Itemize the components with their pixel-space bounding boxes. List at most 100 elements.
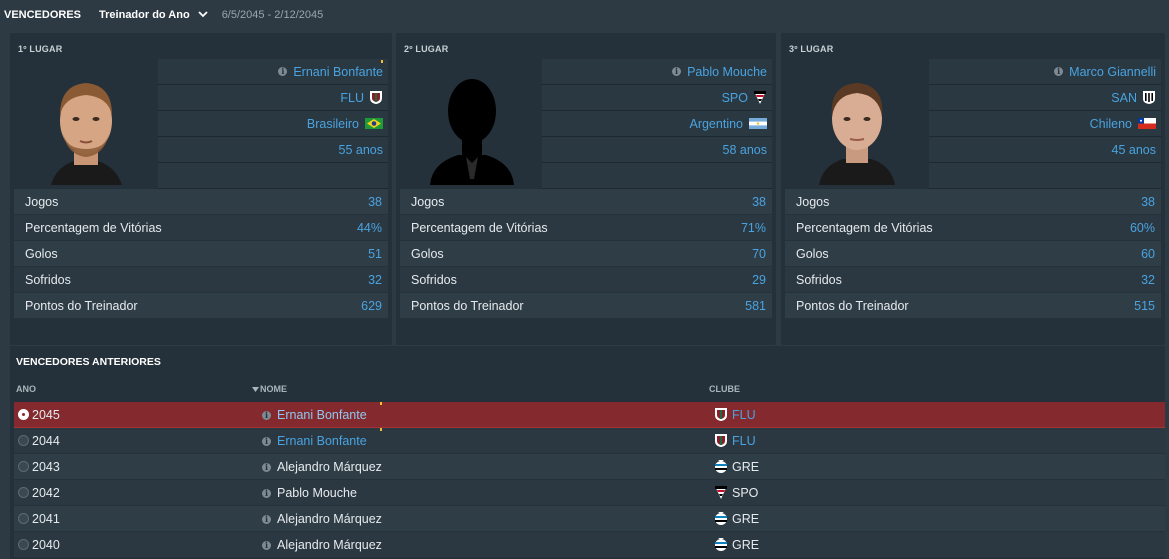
stat-value: 60 [1141, 246, 1155, 261]
coach-age-row: 58 anos [542, 137, 772, 163]
column-header-name[interactable]: NOME [252, 384, 287, 394]
coach-nationality-row[interactable]: Argentino [542, 111, 772, 137]
coach-name[interactable]: Pablo Mouche [687, 65, 767, 79]
coach-info: i Pablo Mouche SPO Argentino 58 anos [542, 59, 772, 189]
row-coach-name[interactable]: Ernani Bonfante [277, 408, 367, 422]
info-icon[interactable]: i [278, 67, 288, 76]
nationality[interactable]: Argentino [689, 117, 743, 131]
coach-name[interactable]: Marco Giannelli [1069, 65, 1156, 79]
stats-table: Jogos 38 Percentagem de Vitórias 44% Golos… [14, 189, 388, 319]
section-title: VENCEDORES ANTERIORES [16, 356, 161, 368]
info-icon[interactable]: i [1054, 67, 1064, 76]
table-row[interactable]: 2042 i Pablo Mouche SPO [14, 480, 1165, 506]
gremio-badge-icon [714, 511, 728, 526]
row-coach[interactable]: i Alejandro Márquez [262, 512, 382, 526]
row-club[interactable]: GRE [714, 537, 759, 552]
stat-label: Sofridos [411, 272, 457, 287]
row-radio[interactable] [18, 539, 29, 550]
table-row[interactable]: 2044 i Ernani Bonfante FLU [14, 428, 1165, 454]
row-radio[interactable] [18, 435, 29, 446]
row-club-name[interactable]: FLU [732, 408, 756, 422]
coach-club-row[interactable]: SPO [542, 85, 772, 111]
coach-club-row[interactable]: SAN [929, 85, 1161, 111]
row-coach-name[interactable]: Ernani Bonfante [277, 434, 367, 448]
stat-label: Pontos do Treinador [25, 298, 138, 313]
row-coach[interactable]: i Alejandro Márquez [262, 538, 382, 552]
stat-row: Jogos 38 [400, 189, 772, 215]
marker-icon [381, 60, 383, 63]
stat-label: Sofridos [796, 272, 842, 287]
coach-portrait [16, 59, 156, 185]
club-name[interactable]: SPO [722, 91, 748, 105]
column-header-club[interactable]: CLUBE [709, 384, 740, 394]
stat-value: 44% [356, 220, 382, 235]
coach-nationality-row[interactable]: Brasileiro [158, 111, 388, 137]
chevron-down-icon[interactable] [198, 10, 208, 21]
stat-row: Pontos do Treinador 515 [785, 293, 1161, 319]
row-club[interactable]: FLU [714, 407, 756, 422]
award-selector[interactable]: Treinador do Ano [99, 9, 190, 21]
row-coach[interactable]: i Ernani Bonfante [262, 434, 367, 448]
row-club[interactable]: SPO [714, 485, 758, 500]
row-club[interactable]: FLU [714, 433, 756, 448]
row-coach-name[interactable]: Alejandro Márquez [277, 512, 382, 526]
row-coach[interactable]: i Pablo Mouche [262, 486, 357, 500]
coach-name[interactable]: Ernani Bonfante [293, 65, 383, 79]
stat-row: Percentagem de Vitórias 44% [14, 215, 388, 241]
row-radio[interactable] [18, 487, 29, 498]
coach-age-row: 55 anos [158, 137, 388, 163]
marker-icon [380, 402, 382, 405]
row-club-name[interactable]: FLU [732, 434, 756, 448]
row-coach-name[interactable]: Alejandro Márquez [277, 460, 382, 474]
row-club-name[interactable]: SPO [732, 486, 758, 500]
row-radio[interactable] [18, 409, 29, 420]
stat-value: 29 [752, 272, 766, 287]
row-club-name[interactable]: GRE [732, 512, 759, 526]
row-coach[interactable]: i Alejandro Márquez [262, 460, 382, 474]
info-icon[interactable]: i [262, 488, 271, 498]
nationality[interactable]: Brasileiro [307, 117, 359, 131]
santos-badge-icon [1142, 90, 1156, 105]
table-row[interactable]: 2043 i Alejandro Márquez GRE [14, 454, 1165, 480]
stat-row: Jogos 38 [14, 189, 388, 215]
row-year: 2044 [32, 434, 60, 448]
row-radio[interactable] [18, 513, 29, 524]
stat-label: Jogos [796, 194, 830, 209]
stat-label: Pontos do Treinador [796, 298, 909, 313]
row-radio[interactable] [18, 461, 29, 472]
stat-value: 38 [1141, 194, 1155, 209]
nationality[interactable]: Chileno [1090, 117, 1132, 131]
row-club-name[interactable]: GRE [732, 460, 759, 474]
table-row[interactable]: 2040 i Alejandro Márquez GRE [14, 532, 1165, 558]
info-icon[interactable]: i [672, 67, 682, 76]
info-icon[interactable]: i [262, 514, 271, 524]
table-row[interactable]: 2041 i Alejandro Márquez GRE [14, 506, 1165, 532]
stat-label: Golos [796, 246, 829, 261]
table-row[interactable]: 2045 i Ernani Bonfante FLU [14, 402, 1165, 428]
row-club[interactable]: GRE [714, 459, 759, 474]
info-icon[interactable]: i [262, 436, 271, 446]
podium-third-place: 3º LUGAR i Marco Giannelli SAN Chileno 4… [781, 33, 1165, 345]
row-club-name[interactable]: GRE [732, 538, 759, 552]
club-name[interactable]: SAN [1111, 91, 1137, 105]
coach-name-row[interactable]: i Pablo Mouche [542, 59, 772, 85]
coach-portrait [787, 59, 927, 185]
coach-name-row[interactable]: i Marco Giannelli [929, 59, 1161, 85]
column-header-year[interactable]: ANO [16, 384, 36, 394]
header-bar: VENCEDORES Treinador do Ano 6/5/2045 - 2… [0, 0, 1169, 30]
stat-label: Jogos [411, 194, 445, 209]
row-coach-name[interactable]: Alejandro Márquez [277, 538, 382, 552]
coach-age: 55 anos [338, 142, 383, 157]
row-coach[interactable]: i Ernani Bonfante [262, 408, 367, 422]
coach-nationality-row[interactable]: Chileno [929, 111, 1161, 137]
info-icon[interactable]: i [262, 410, 271, 420]
place-label: 2º LUGAR [404, 44, 449, 54]
row-coach-name[interactable]: Pablo Mouche [277, 486, 357, 500]
row-club[interactable]: GRE [714, 511, 759, 526]
stat-value: 629 [361, 298, 382, 313]
info-icon[interactable]: i [262, 540, 271, 550]
coach-club-row[interactable]: FLU [158, 85, 388, 111]
coach-name-row[interactable]: i Ernani Bonfante [158, 59, 388, 85]
club-name[interactable]: FLU [340, 91, 364, 105]
info-icon[interactable]: i [262, 462, 271, 472]
